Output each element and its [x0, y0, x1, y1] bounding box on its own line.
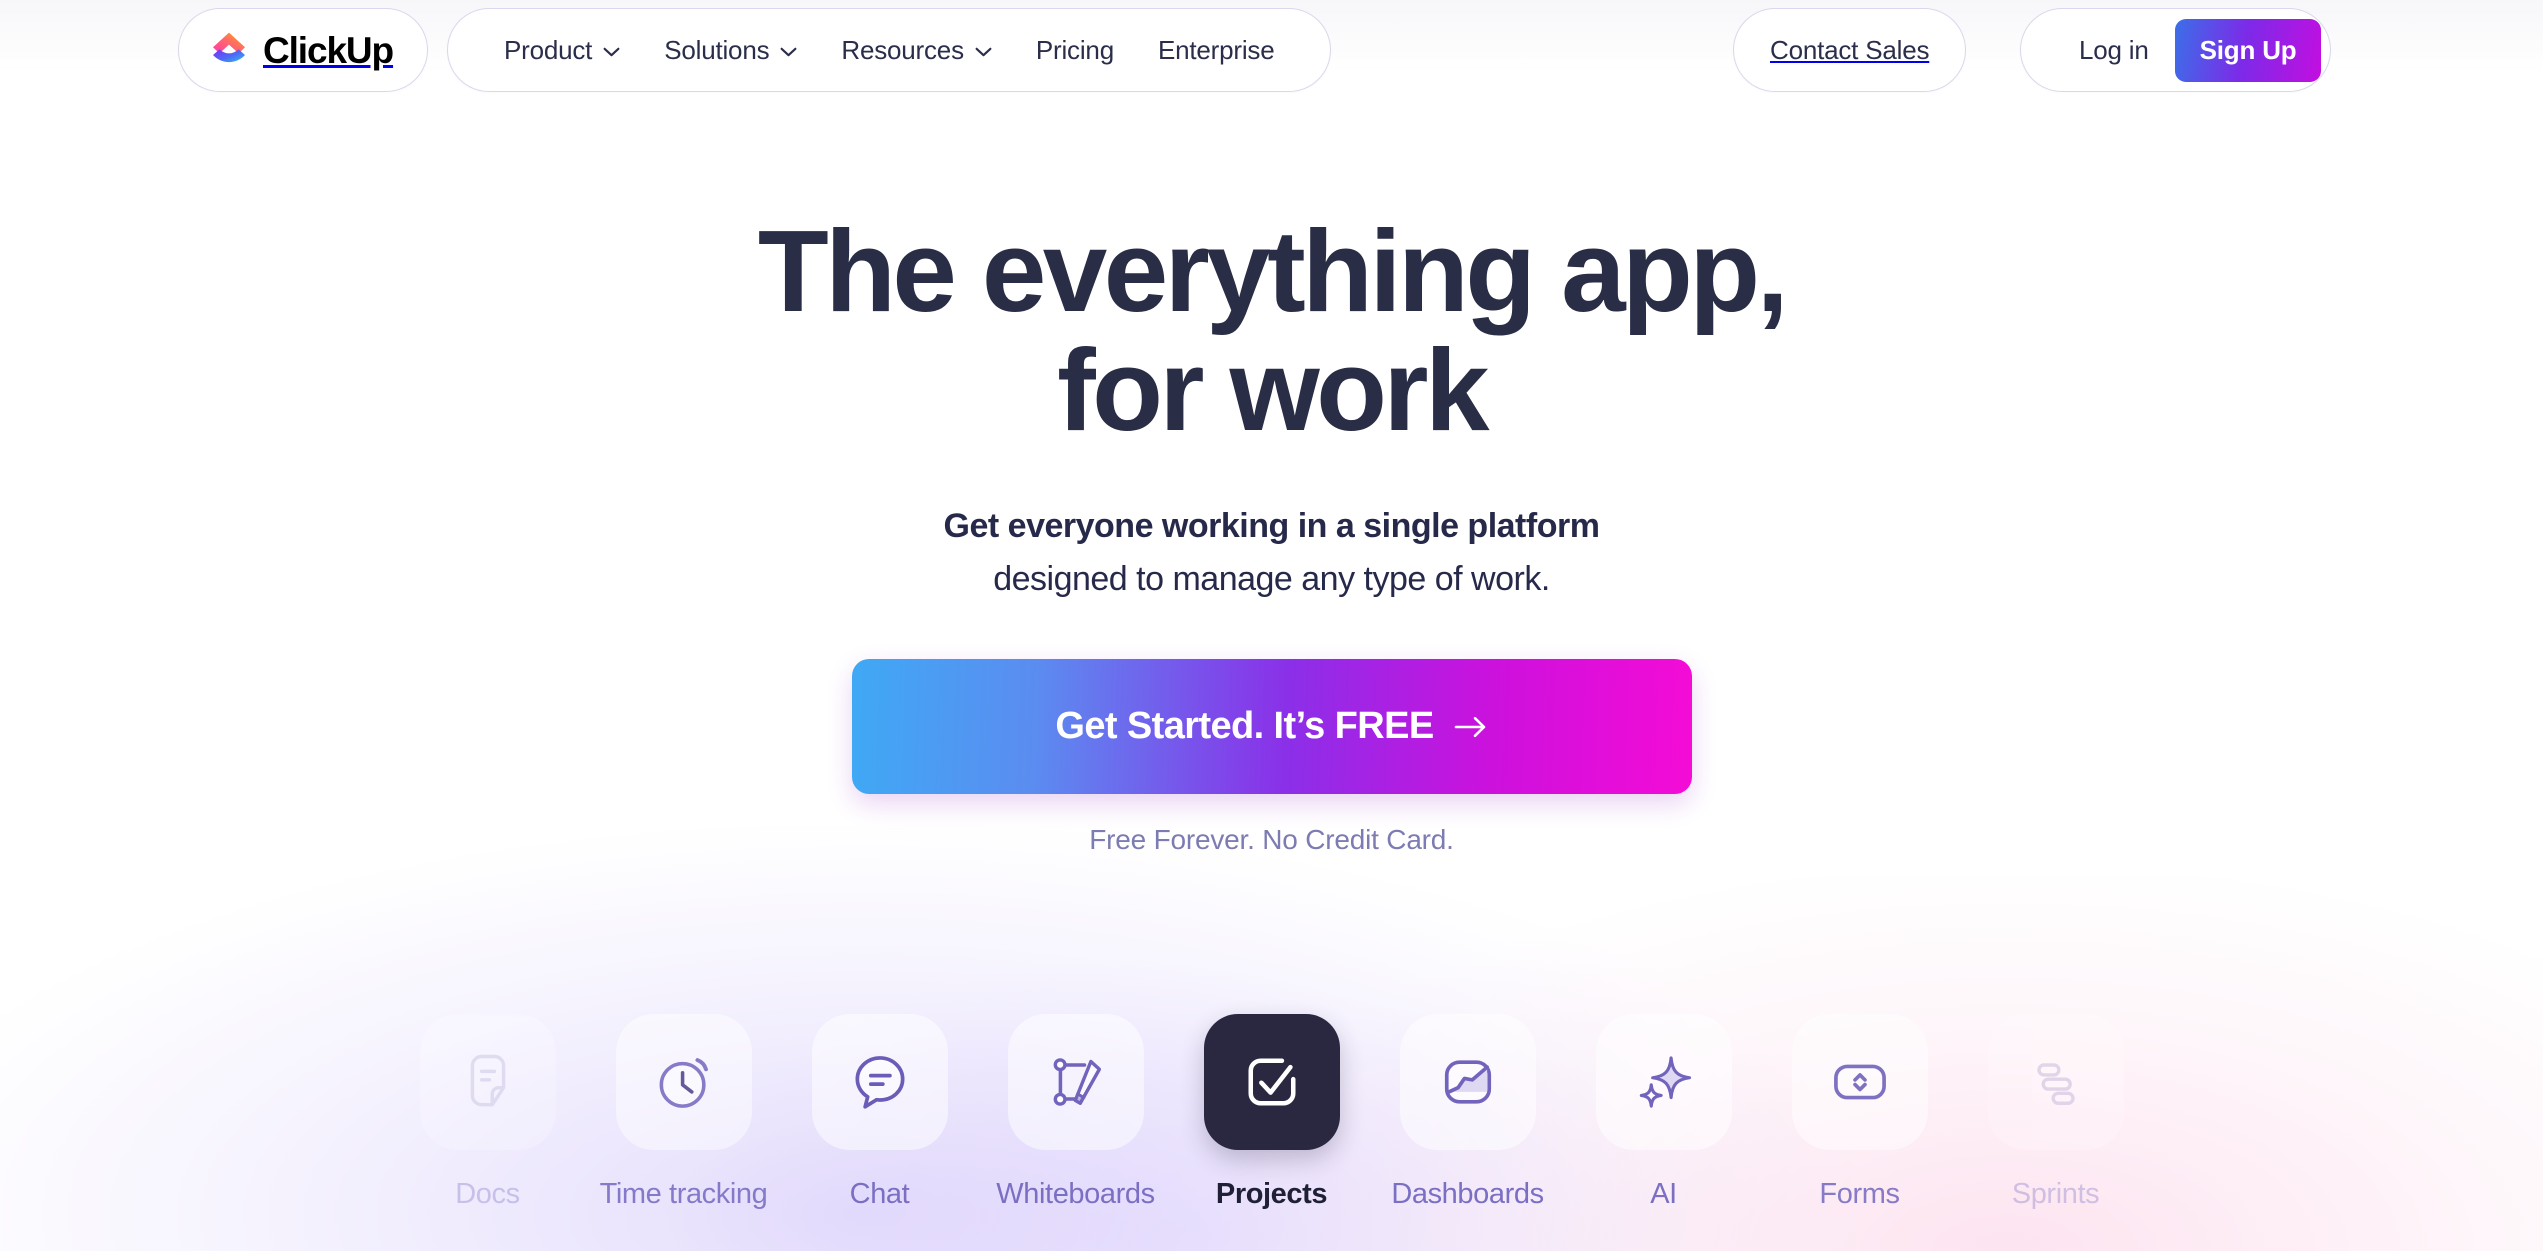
- document-icon: [470, 1054, 505, 1107]
- nav-item-pricing[interactable]: Pricing: [1014, 9, 1136, 91]
- feature-item-whiteboards[interactable]: Whiteboards: [978, 1014, 1174, 1211]
- subheading-line-1: Get everyone working in a single platfor…: [943, 507, 1600, 545]
- arrow-right-icon: [1454, 716, 1485, 737]
- feature-label: Dashboards: [1391, 1178, 1544, 1210]
- chevron-down-icon: [975, 47, 992, 57]
- feature-tile: [615, 1014, 752, 1150]
- feature-tile: [419, 1014, 556, 1150]
- check-square-icon: [1247, 1058, 1296, 1106]
- cta-container: Get Started. It’s FREE: [0, 659, 2543, 794]
- page-title: The everything app, for work: [0, 211, 2543, 456]
- nav-item-label: Enterprise: [1157, 34, 1275, 65]
- feature-tile: [1987, 1014, 2124, 1150]
- feature-item-chat[interactable]: Chat: [782, 1014, 978, 1211]
- feature-item-projects[interactable]: Projects: [1174, 1014, 1370, 1211]
- form-stepper-icon: [1833, 1064, 1886, 1100]
- nav-item-label: Product: [504, 34, 593, 65]
- nav-item-enterprise[interactable]: Enterprise: [1136, 9, 1297, 91]
- pen-board-icon: [1053, 1058, 1101, 1106]
- feature-tile: [811, 1014, 948, 1150]
- auth-group: Log in Sign Up: [2020, 8, 2332, 92]
- chevron-down-icon: [603, 47, 620, 57]
- nav-item-label: Resources: [841, 34, 964, 65]
- feature-label: Sprints: [2011, 1178, 2100, 1210]
- feature-label: Chat: [849, 1178, 910, 1210]
- hero-subheading: Get everyone working in a single platfor…: [0, 500, 2543, 605]
- get-started-label: Get Started. It’s FREE: [1055, 705, 1434, 747]
- logo-wordmark: ClickUp: [263, 29, 394, 71]
- feature-tile: [1399, 1014, 1536, 1150]
- feature-tile-active: [1203, 1014, 1340, 1150]
- get-started-button[interactable]: Get Started. It’s FREE: [851, 659, 1692, 794]
- clickup-logo-icon: [213, 32, 245, 63]
- feature-label: Docs: [455, 1178, 520, 1210]
- area-chart-icon: [1444, 1060, 1491, 1104]
- stopwatch-icon: [659, 1058, 708, 1108]
- feature-tile: [1007, 1014, 1144, 1150]
- feature-label: Projects: [1215, 1178, 1328, 1210]
- contact-sales-button[interactable]: Contact Sales: [1733, 8, 1967, 92]
- cta-subtext: Free Forever. No Credit Card.: [1089, 824, 1454, 855]
- logo-home-link[interactable]: ClickUp: [178, 8, 429, 92]
- feature-label: AI: [1650, 1178, 1677, 1210]
- feature-item-forms[interactable]: Forms: [1762, 1014, 1958, 1211]
- main-navigation: Product Solutions Resources Pricing Ente…: [447, 8, 1332, 92]
- feature-item-ai[interactable]: AI: [1566, 1014, 1762, 1211]
- feature-tile: [1595, 1014, 1732, 1150]
- nav-item-product[interactable]: Product: [482, 9, 642, 91]
- feature-item-time-tracking[interactable]: Time tracking: [586, 1014, 782, 1211]
- headline-line-2: for work: [1057, 325, 1489, 456]
- feature-item-sprints[interactable]: Sprints: [1958, 1014, 2154, 1211]
- feature-label: Time tracking: [599, 1178, 768, 1210]
- site-header: ClickUp Product Solutions Resources Pric…: [0, 0, 2543, 110]
- feature-label: Forms: [1819, 1178, 1900, 1210]
- nav-item-label: Solutions: [664, 34, 770, 65]
- feature-icon-row: Docs Time tracking Chat Whiteboards Proj…: [0, 1014, 2543, 1251]
- feature-tile: [1791, 1014, 1928, 1150]
- nav-item-label: Pricing: [1035, 34, 1114, 65]
- chat-bubble-icon: [854, 1056, 905, 1109]
- nav-item-resources[interactable]: Resources: [819, 9, 1013, 91]
- feature-item-dashboards[interactable]: Dashboards: [1370, 1014, 1566, 1211]
- feature-label: Whiteboards: [996, 1178, 1155, 1210]
- feature-item-docs[interactable]: Docs: [390, 1014, 586, 1211]
- chevron-down-icon: [780, 47, 797, 57]
- sparkles-icon: [1639, 1056, 1691, 1108]
- gantt-bars-icon: [2036, 1063, 2075, 1105]
- subheading-line-2: designed to manage any type of work.: [993, 559, 1550, 598]
- nav-item-solutions[interactable]: Solutions: [642, 9, 819, 91]
- signup-button[interactable]: Sign Up: [2174, 18, 2322, 82]
- headline-line-1: The everything app,: [757, 206, 1789, 336]
- login-link[interactable]: Log in: [2053, 35, 2175, 66]
- contact-sales-label: Contact Sales: [1770, 34, 1930, 65]
